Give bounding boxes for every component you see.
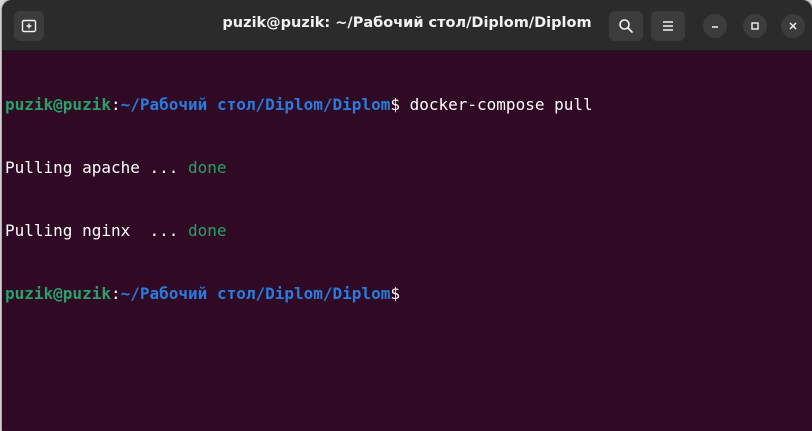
close-icon [789, 22, 797, 30]
prompt-line: puzik@puzik:~/Рабочий стол/Diplom/Diplom… [5, 283, 812, 304]
minimize-button[interactable] [703, 14, 727, 38]
hamburger-menu-icon [663, 21, 673, 31]
text-cursor [400, 284, 408, 302]
prompt-path: ~/Рабочий стол/Diplom/Diplom [120, 95, 391, 114]
prompt-path: ~/Рабочий стол/Diplom/Diplom [120, 284, 391, 303]
prompt-symbol: $ [390, 95, 400, 114]
prompt-separator: : [110, 284, 121, 303]
terminal-window: puzik@puzik: ~/Рабочий стол/Diplom/Diplo… [2, 0, 812, 431]
search-button[interactable] [609, 11, 643, 41]
output-text: Pulling apache ... [5, 158, 189, 177]
prompt-separator: : [110, 95, 121, 114]
output-text: Pulling nginx ... [5, 221, 189, 240]
command-line: puzik@puzik:~/Рабочий стол/Diplom/Diplom… [5, 94, 812, 115]
prompt-symbol: $ [390, 284, 400, 303]
minimize-icon [712, 26, 718, 28]
window-title: puzik@puzik: ~/Рабочий стол/Diplom/Diplo… [222, 15, 592, 31]
search-icon [619, 19, 633, 33]
title-bar[interactable]: puzik@puzik: ~/Рабочий стол/Diplom/Diplo… [2, 0, 812, 51]
maximize-icon [751, 22, 759, 30]
maximize-button[interactable] [743, 14, 767, 38]
output-status: done [188, 158, 227, 177]
terminal-output[interactable]: puzik@puzik:~/Рабочий стол/Diplom/Diplom… [5, 52, 812, 431]
prompt-user: puzik@puzik [5, 284, 111, 303]
output-line: Pulling apache ... done [5, 157, 812, 178]
close-button[interactable] [781, 14, 805, 38]
menu-button[interactable] [651, 11, 685, 41]
output-status: done [188, 221, 227, 240]
command-text: docker-compose pull [399, 95, 593, 114]
prompt-user: puzik@puzik [5, 95, 111, 114]
output-line: Pulling nginx ... done [5, 220, 812, 241]
